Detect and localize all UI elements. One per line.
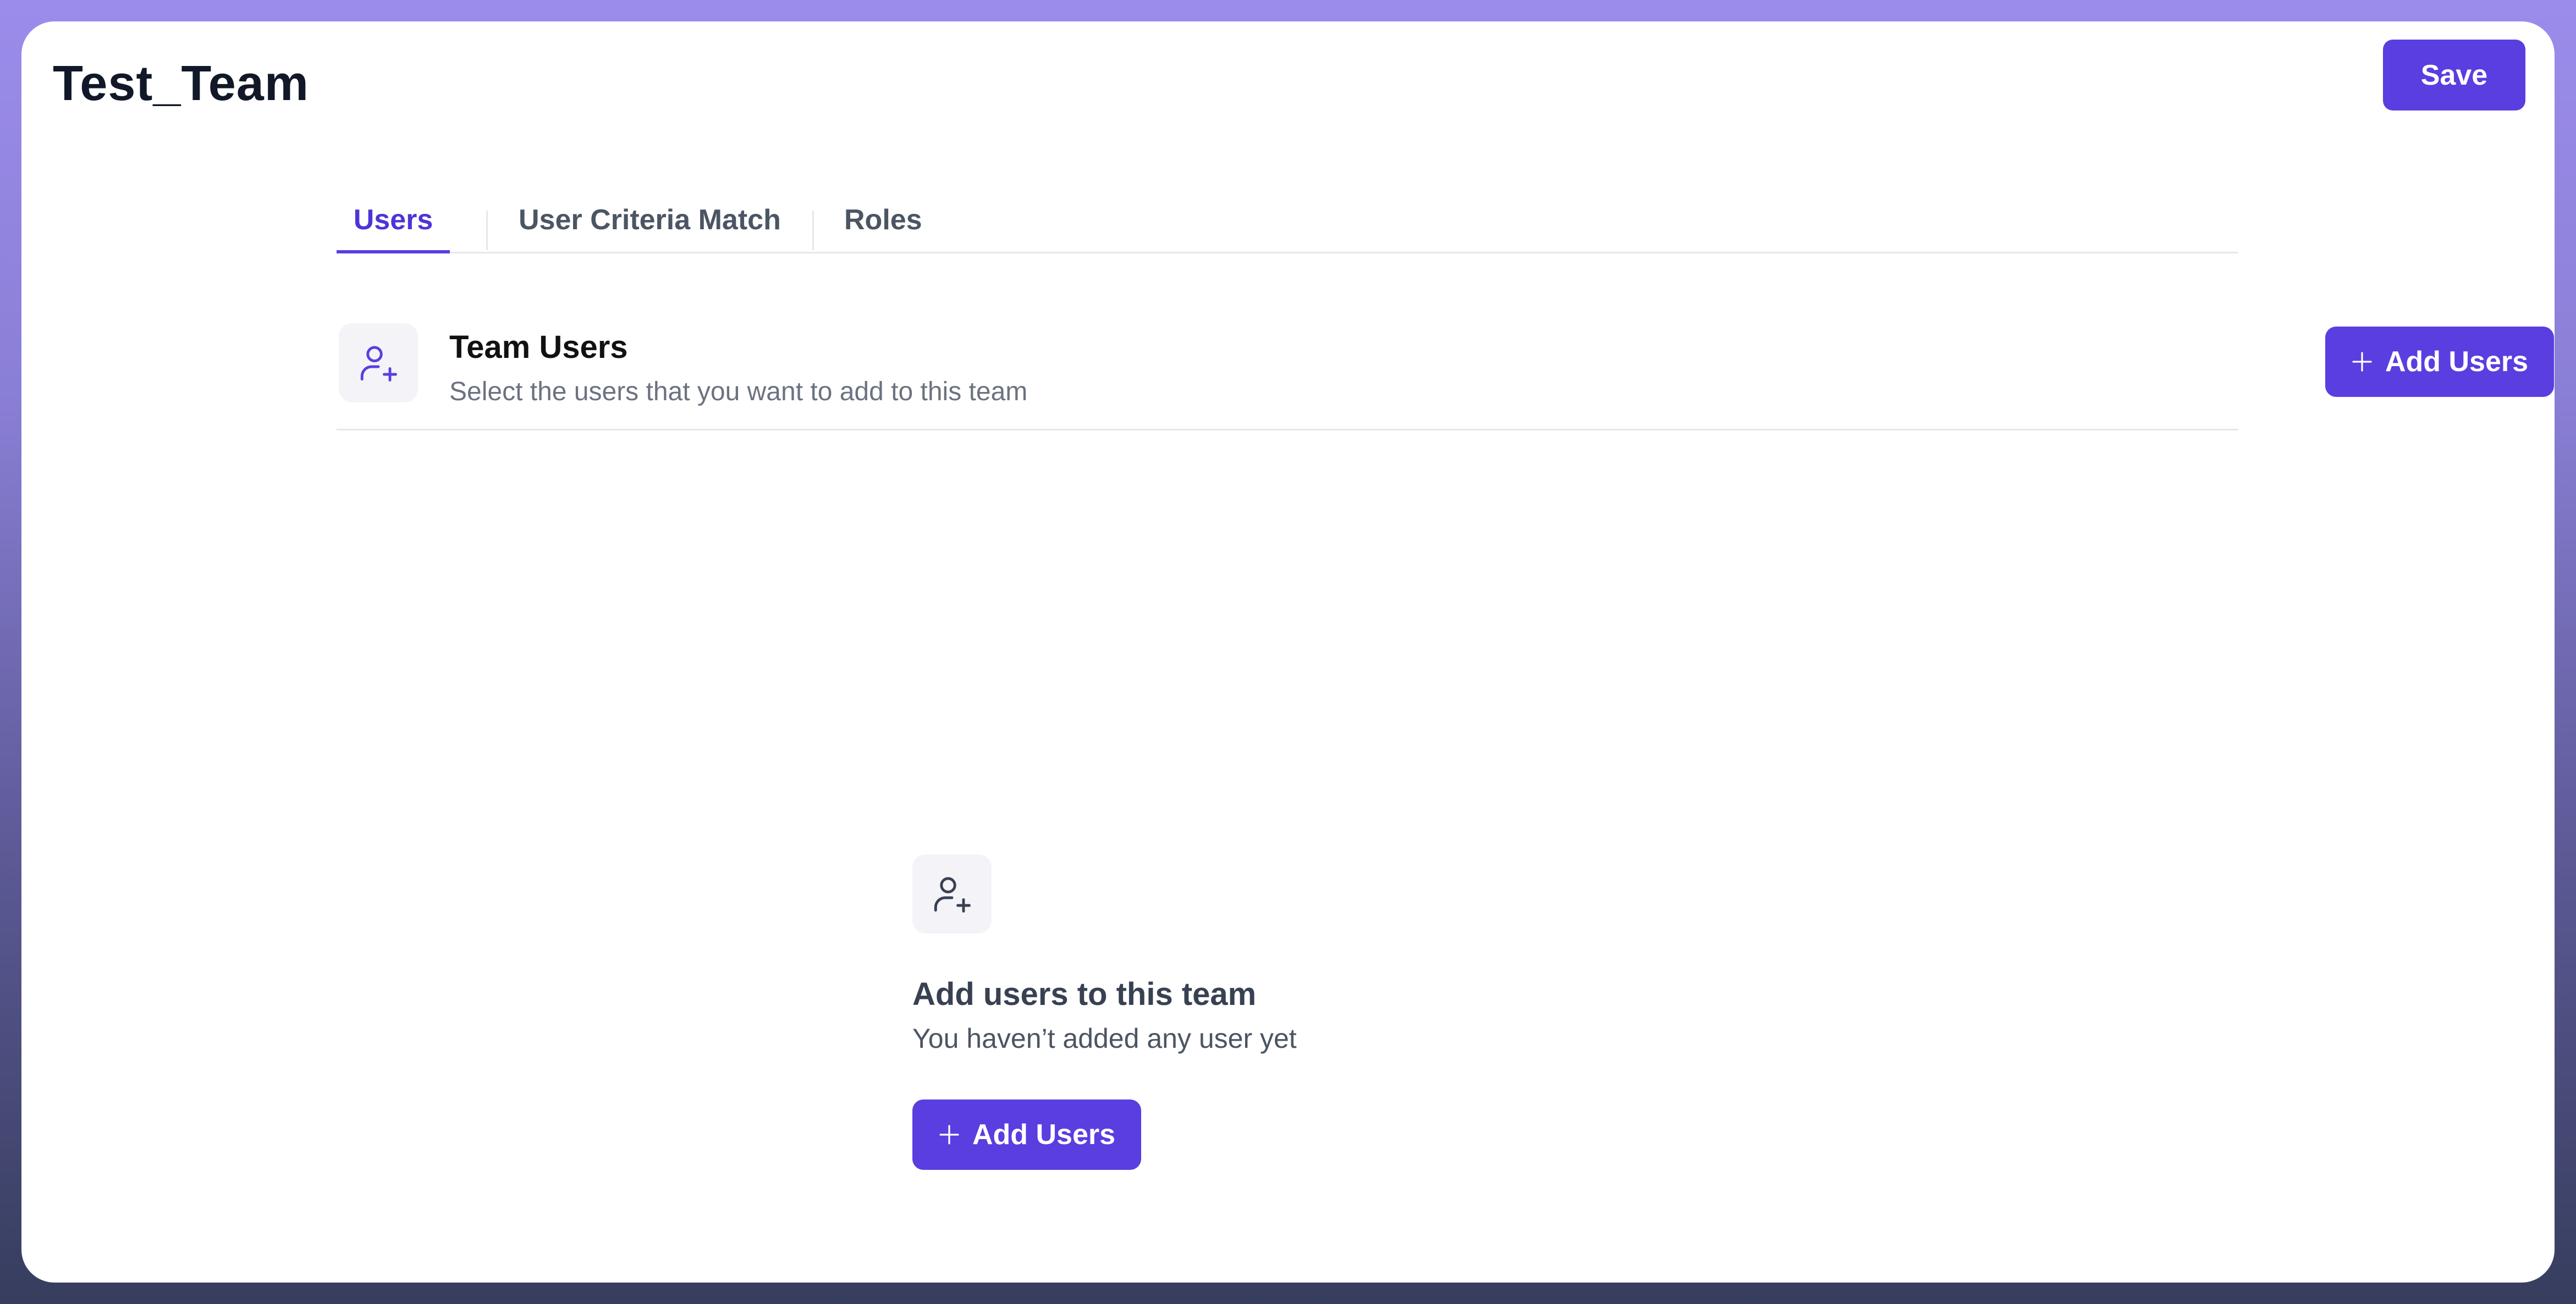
- empty-state-title: Add users to this team: [912, 976, 1257, 1012]
- add-users-label: Add Users: [972, 1119, 1116, 1151]
- tab-divider: [812, 211, 814, 250]
- section-title: Team Users: [449, 329, 628, 365]
- plus-icon: [938, 1124, 960, 1146]
- section-subtitle: Select the users that you want to add to…: [449, 377, 1028, 406]
- save-button[interactable]: Save: [2383, 40, 2525, 110]
- app-window: Test_Team Save Users User Criteria Match…: [21, 21, 2555, 1283]
- plus-icon: [2351, 351, 2373, 373]
- add-users-button[interactable]: Add Users: [2325, 327, 2554, 397]
- user-plus-icon: [912, 854, 992, 933]
- add-users-label: Add Users: [2385, 346, 2529, 378]
- team-users-header: Team Users Select the users that you wan…: [337, 318, 2554, 430]
- tab-user-criteria-match[interactable]: User Criteria Match: [519, 186, 781, 253]
- page-title: Test_Team: [53, 56, 309, 111]
- tab-bar: Users User Criteria Match Roles: [337, 186, 2238, 253]
- tab-divider: [486, 211, 488, 250]
- user-plus-icon: [339, 323, 418, 402]
- empty-state-subtitle: You haven’t added any user yet: [912, 1023, 1297, 1054]
- tab-users[interactable]: Users: [337, 186, 450, 253]
- tab-roles[interactable]: Roles: [844, 186, 922, 253]
- empty-state-add-users-button[interactable]: Add Users: [912, 1099, 1141, 1170]
